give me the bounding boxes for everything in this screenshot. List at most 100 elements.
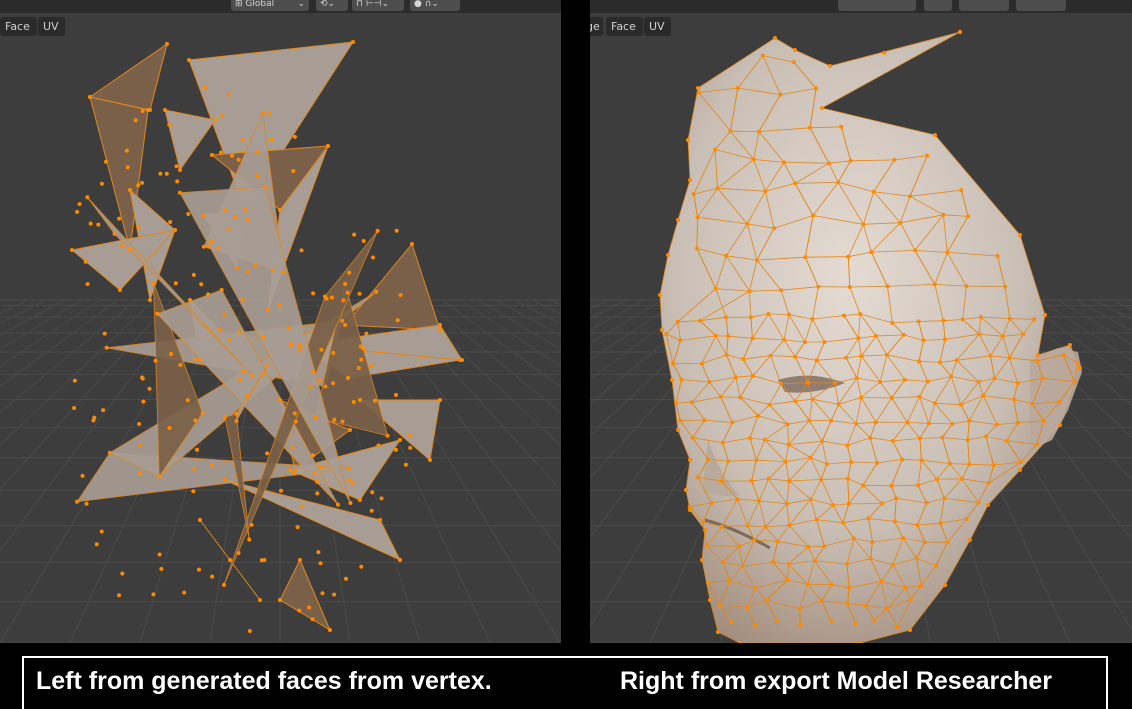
- mesh-vertex: [167, 122, 172, 127]
- mesh-vertex: [941, 212, 946, 217]
- grid-line: [590, 299, 645, 331]
- mesh-vertex: [234, 411, 239, 416]
- mesh-vertex: [967, 418, 972, 423]
- grid-line: [1111, 299, 1132, 310]
- mesh-vertex: [751, 157, 756, 162]
- mesh-vertex: [104, 345, 109, 350]
- mesh-vertex: [318, 561, 323, 566]
- mesh-vertex: [805, 582, 810, 587]
- mesh-vertex: [99, 529, 104, 534]
- right-3d-viewport[interactable]: ge Face UV: [590, 0, 1132, 643]
- mesh-vertex: [848, 158, 853, 163]
- transform-orientation-dropdown[interactable]: ⊞ Global ⌄: [231, 0, 309, 11]
- mesh-vertex: [1075, 360, 1080, 365]
- left-viewport-canvas[interactable]: [0, 0, 561, 643]
- mesh-vertex: [977, 332, 982, 337]
- mesh-vertex: [950, 421, 955, 426]
- grid-line: [590, 299, 609, 310]
- mesh-vertex: [278, 208, 282, 212]
- mesh-vertex: [266, 111, 271, 116]
- mesh-vertex: [313, 415, 318, 420]
- mesh-vertex: [140, 375, 145, 380]
- mesh-vertex: [810, 317, 815, 322]
- mesh-vertex: [822, 544, 827, 549]
- mesh-vertex: [332, 417, 337, 422]
- mesh-vertex: [198, 358, 202, 362]
- mesh-vertex: [895, 624, 900, 629]
- mesh-vertex: [410, 242, 414, 246]
- mesh-vertex: [793, 181, 798, 186]
- mesh-vertex: [351, 400, 356, 404]
- mesh-vertex: [829, 582, 834, 587]
- pivot-point-dropdown[interactable]: ⟲⌄: [316, 0, 348, 11]
- mesh-vertex: [747, 289, 752, 294]
- mesh-vertex: [958, 30, 962, 34]
- mesh-vertex: [328, 628, 332, 632]
- mesh-edge: [928, 423, 953, 425]
- mesh-vertex: [733, 375, 738, 380]
- header-widget[interactable]: [924, 0, 952, 11]
- mesh-vertex: [959, 188, 964, 193]
- mesh-vertex: [771, 560, 776, 565]
- mesh-vertex: [136, 183, 141, 188]
- mesh-vertex: [151, 280, 156, 285]
- mesh-vertex: [787, 312, 791, 317]
- mesh-vertex: [866, 516, 871, 521]
- mesh-vertex: [348, 501, 353, 505]
- mesh-vertex: [885, 284, 890, 289]
- mesh-vertex: [954, 358, 959, 363]
- menu-face[interactable]: Face: [606, 17, 643, 36]
- mesh-vertex: [1011, 397, 1016, 402]
- left-3d-viewport[interactable]: ⊞ Global ⌄ ⟲⌄ ⊓ ⊢⊣⌄ ● ∩⌄ Face UV: [0, 0, 561, 643]
- mesh-vertex: [695, 215, 700, 220]
- mesh-vertex: [348, 478, 352, 483]
- mesh-vertex: [783, 459, 788, 464]
- mesh-vertex: [102, 331, 107, 336]
- mesh-vertex: [281, 270, 286, 275]
- mesh-vertex: [1018, 460, 1023, 465]
- mesh-vertex: [1015, 420, 1020, 425]
- magnet-icon: ⊓ ⊢⊣⌄: [356, 0, 390, 9]
- mesh-vertex: [361, 239, 366, 243]
- grid-line: [0, 299, 101, 367]
- mesh-vertex: [842, 313, 847, 318]
- mesh-vertex: [191, 272, 196, 277]
- mesh-vertex: [807, 418, 812, 423]
- fragmented-face-mesh[interactable]: [70, 40, 464, 633]
- mesh-vertex: [250, 373, 255, 378]
- mesh-vertex: [718, 394, 723, 399]
- menu-face[interactable]: Face: [0, 17, 37, 36]
- right-viewport-canvas[interactable]: [590, 0, 1132, 643]
- mesh-vertex: [165, 42, 169, 46]
- menu-uv[interactable]: UV: [644, 17, 671, 36]
- mesh-vertex: [676, 428, 680, 432]
- head-mesh[interactable]: [658, 30, 1082, 643]
- mesh-vertex: [1007, 355, 1012, 360]
- mesh-vertex: [679, 377, 684, 382]
- mesh-vertex: [290, 445, 295, 450]
- mesh-vertex: [787, 479, 792, 483]
- mesh-vertex: [812, 558, 817, 563]
- mesh-vertex: [871, 189, 876, 194]
- header-widget[interactable]: [1016, 0, 1066, 11]
- mesh-vertex: [88, 95, 92, 99]
- mesh-vertex: [808, 455, 813, 460]
- snap-toggle[interactable]: ⊓ ⊢⊣⌄: [352, 0, 404, 11]
- mesh-vertex: [820, 106, 824, 110]
- mesh-vertex: [169, 352, 174, 356]
- proportional-editing-toggle[interactable]: ● ∩⌄: [410, 0, 460, 11]
- mesh-vertex: [859, 395, 864, 400]
- menu-edge[interactable]: ge: [590, 17, 603, 36]
- mesh-vertex: [77, 202, 82, 207]
- mesh-vertex: [966, 214, 971, 219]
- mesh-vertex: [340, 419, 345, 424]
- mesh-vertex: [986, 481, 991, 485]
- menu-uv[interactable]: UV: [38, 17, 65, 36]
- header-widget[interactable]: [959, 0, 1009, 11]
- mesh-vertex: [914, 556, 919, 561]
- mesh-vertex: [994, 422, 999, 427]
- mesh-vertex: [755, 413, 760, 418]
- header-widget[interactable]: [838, 0, 916, 11]
- mesh-vertex: [163, 108, 167, 112]
- mesh-vertex: [1035, 358, 1040, 363]
